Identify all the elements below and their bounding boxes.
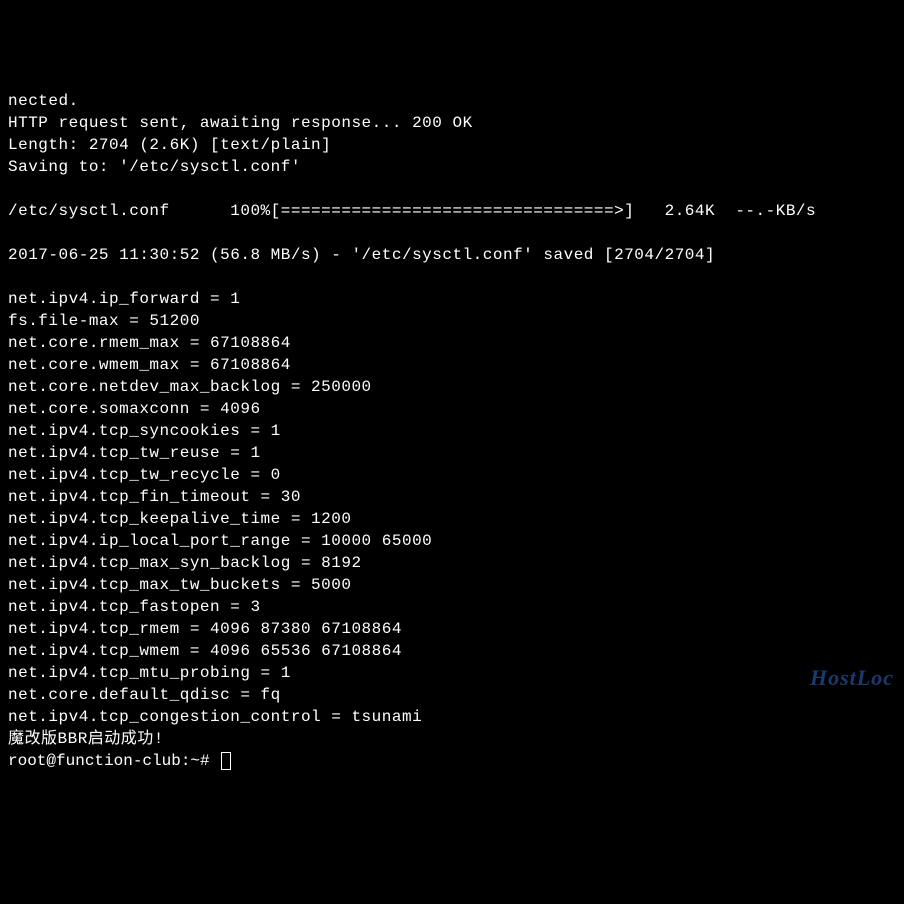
terminal-prompt[interactable]: root@function-club:~# xyxy=(8,752,231,770)
prompt-text: root@function-club:~# xyxy=(8,752,219,770)
watermark-text: HostLoc xyxy=(810,667,894,689)
terminal-output: nected. HTTP request sent, awaiting resp… xyxy=(8,90,904,750)
terminal-cursor xyxy=(221,752,231,770)
